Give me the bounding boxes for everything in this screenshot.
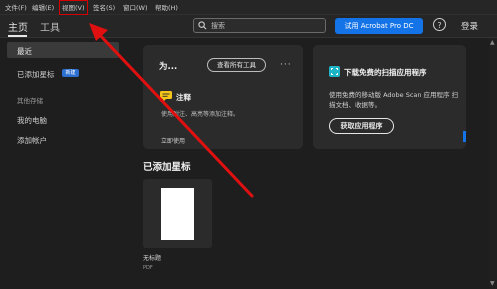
annotation-arrow-icon — [89, 23, 254, 198]
